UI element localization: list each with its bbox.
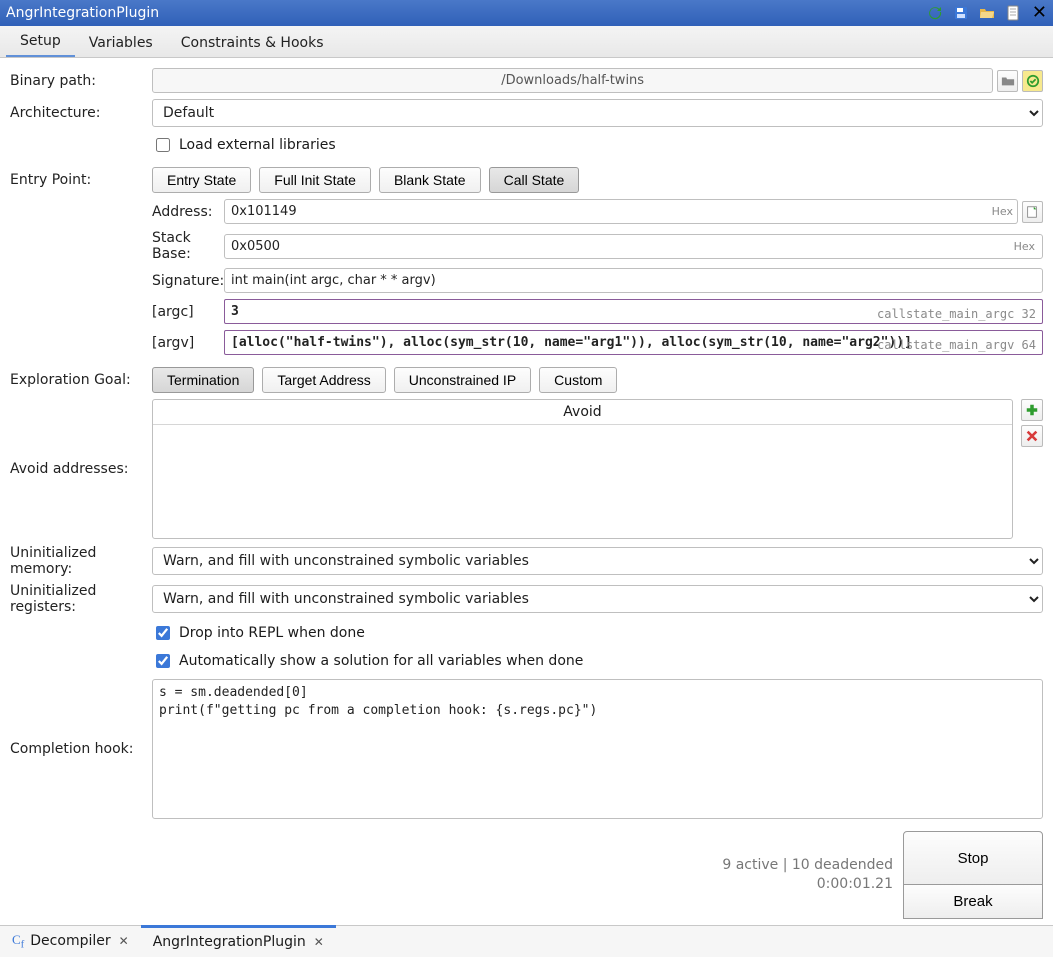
status-active-deadended: 9 active | 10 deadended <box>722 856 893 875</box>
address-label: Address: <box>152 204 224 220</box>
drop-repl-checkbox[interactable]: Drop into REPL when done <box>152 621 365 645</box>
refresh-icon[interactable] <box>924 2 946 24</box>
binary-path-label: Binary path: <box>10 73 152 89</box>
run-status: 9 active | 10 deadended 0:00:01.21 <box>722 856 893 894</box>
drop-repl-label: Drop into REPL when done <box>179 625 365 641</box>
stack-base-label: Stack Base: <box>152 230 224 262</box>
auto-solution-label: Automatically show a solution for all va… <box>179 653 583 669</box>
argv-input[interactable]: [alloc("half-twins"), alloc(sym_str(10, … <box>231 335 912 350</box>
save-icon[interactable] <box>950 2 972 24</box>
tab-setup[interactable]: Setup <box>6 27 75 57</box>
dock-tab-plugin-label: AngrIntegrationPlugin <box>153 934 306 950</box>
window-title: AngrIntegrationPlugin <box>6 5 924 21</box>
uninit-registers-select[interactable]: Warn, and fill with unconstrained symbol… <box>152 585 1043 613</box>
close-tab-icon[interactable]: ✕ <box>119 934 129 948</box>
call-state-button[interactable]: Call State <box>489 167 580 193</box>
tab-constraints-hooks[interactable]: Constraints & Hooks <box>167 29 338 57</box>
entry-state-button[interactable]: Entry State <box>152 167 251 193</box>
blank-state-button[interactable]: Blank State <box>379 167 481 193</box>
binary-path-input[interactable] <box>152 68 993 93</box>
argc-symbol-tag: callstate_main_argc 32 <box>877 307 1036 321</box>
decompiler-icon: Cf <box>12 932 24 951</box>
dock-tab-decompiler[interactable]: Cf Decompiler ✕ <box>0 926 141 957</box>
document-icon[interactable] <box>1002 2 1024 24</box>
architecture-select[interactable]: Default <box>152 99 1043 127</box>
stack-base-input[interactable] <box>224 234 1043 259</box>
stop-button[interactable]: Stop <box>903 831 1043 885</box>
avoid-addresses-label: Avoid addresses: <box>10 461 152 477</box>
load-external-checkbox[interactable]: Load external libraries <box>152 133 336 157</box>
browse-folder-icon[interactable] <box>997 70 1018 92</box>
load-external-label: Load external libraries <box>179 137 336 153</box>
primary-tabstrip: Setup Variables Constraints & Hooks <box>0 26 1053 58</box>
dock-tab-decompiler-label: Decompiler <box>30 933 110 949</box>
clear-path-icon[interactable] <box>1022 70 1043 92</box>
dock-tabstrip: Cf Decompiler ✕ AngrIntegrationPlugin ✕ <box>0 925 1053 957</box>
tab-variables[interactable]: Variables <box>75 29 167 57</box>
add-avoid-icon[interactable] <box>1021 399 1043 421</box>
completion-hook-label: Completion hook: <box>10 741 152 757</box>
unconstrained-ip-button[interactable]: Unconstrained IP <box>394 367 531 393</box>
argv-symbol-tag: callstate_main_argv 64 <box>877 338 1036 352</box>
break-button[interactable]: Break <box>903 885 1043 919</box>
close-tab-icon[interactable]: ✕ <box>314 935 324 949</box>
address-input[interactable] <box>224 199 1018 224</box>
address-picker-icon[interactable] <box>1022 201 1043 223</box>
avoid-addresses-list[interactable]: Avoid <box>152 399 1013 539</box>
argv-label: [argv] <box>152 335 224 351</box>
target-address-button[interactable]: Target Address <box>262 367 385 393</box>
argc-label: [argc] <box>152 304 224 320</box>
entry-point-label: Entry Point: <box>10 172 152 188</box>
uninit-memory-select[interactable]: Warn, and fill with unconstrained symbol… <box>152 547 1043 575</box>
argc-input[interactable]: 3 <box>231 304 239 319</box>
dock-tab-plugin[interactable]: AngrIntegrationPlugin ✕ <box>141 925 336 956</box>
window-titlebar: AngrIntegrationPlugin ✕ <box>0 0 1053 26</box>
architecture-label: Architecture: <box>10 105 152 121</box>
termination-button[interactable]: Termination <box>152 367 254 393</box>
avoid-column-header: Avoid <box>153 400 1012 425</box>
signature-input[interactable] <box>224 268 1043 293</box>
full-init-state-button[interactable]: Full Init State <box>259 167 371 193</box>
status-elapsed-time: 0:00:01.21 <box>722 875 893 894</box>
exploration-goal-label: Exploration Goal: <box>10 372 152 388</box>
remove-avoid-icon[interactable] <box>1021 425 1043 447</box>
open-folder-icon[interactable] <box>976 2 998 24</box>
uninit-memory-label: Uninitialized memory: <box>10 545 152 577</box>
signature-label: Signature: <box>152 273 224 289</box>
auto-solution-checkbox[interactable]: Automatically show a solution for all va… <box>152 649 583 673</box>
uninit-registers-label: Uninitialized registers: <box>10 583 152 615</box>
custom-button[interactable]: Custom <box>539 367 617 393</box>
completion-hook-textarea[interactable]: s = sm.deadended[0] print(f"getting pc f… <box>152 679 1043 819</box>
close-icon[interactable]: ✕ <box>1032 4 1047 22</box>
